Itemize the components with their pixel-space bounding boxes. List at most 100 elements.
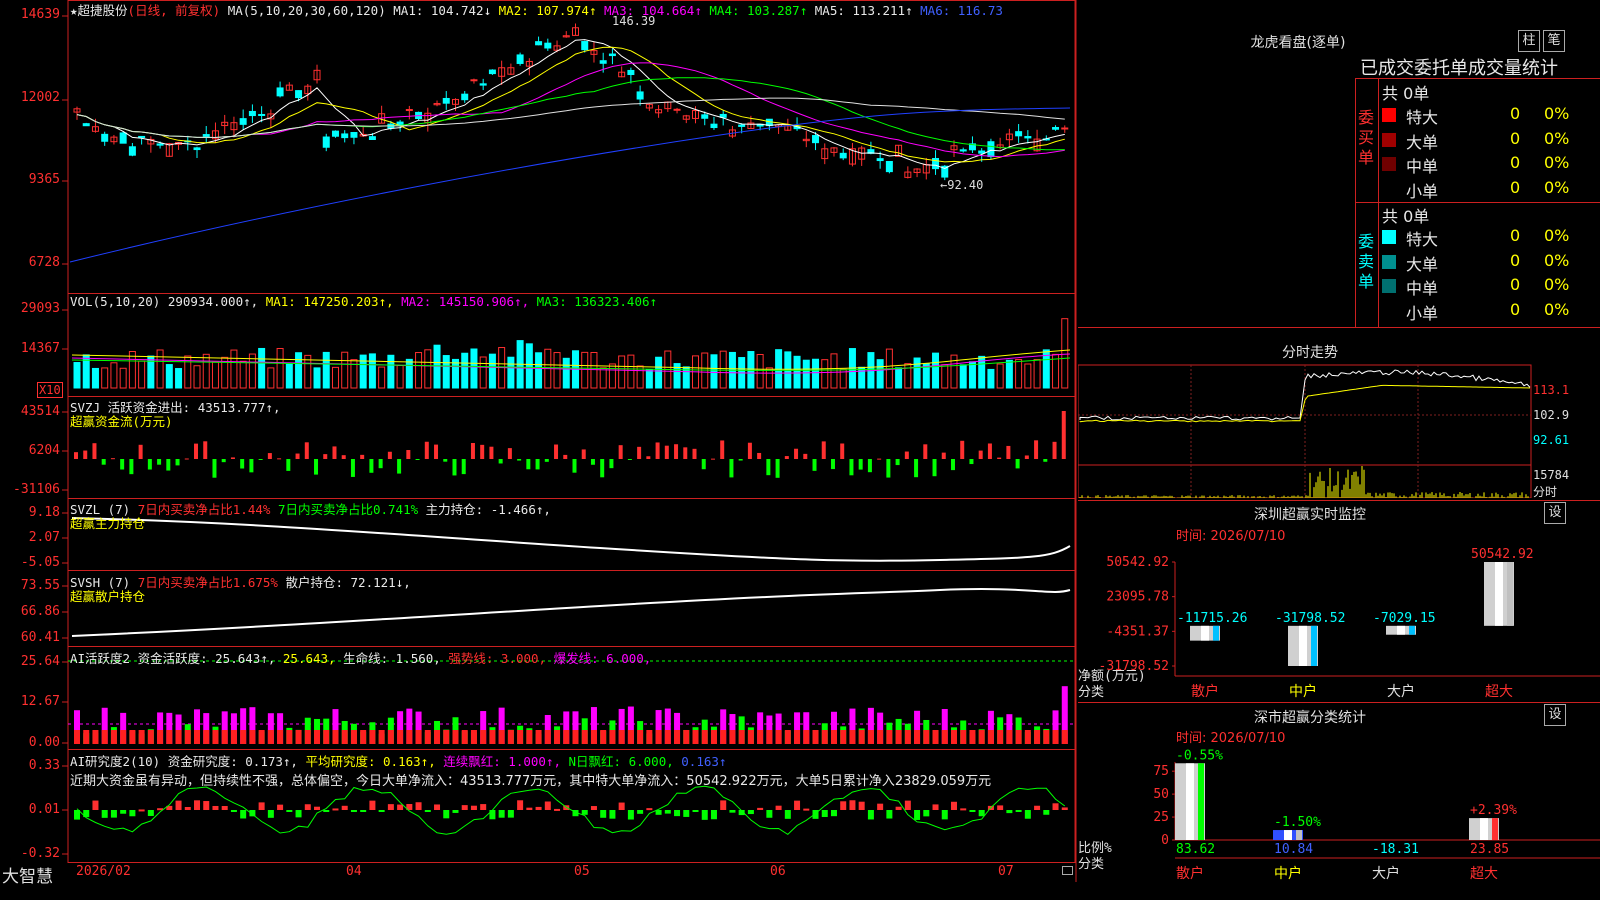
- research-bar: [332, 808, 339, 811]
- activity-base-bar: [110, 730, 117, 744]
- activity-base-bar: [849, 730, 856, 744]
- volume-bar: [876, 359, 884, 389]
- ai2-activity2: 25.643,: [282, 651, 336, 666]
- research-bar: [498, 810, 505, 818]
- sz-monitor-unit: 净额(万元): [1078, 669, 1146, 684]
- activity-base-bar: [997, 730, 1004, 744]
- money-flow-bar: [92, 443, 97, 459]
- ai2-y-tick: 0.00: [28, 735, 60, 750]
- research-bar: [969, 810, 976, 812]
- research-bar: [997, 805, 1004, 810]
- research-bar: [304, 804, 311, 810]
- volume-bar: [959, 364, 967, 389]
- sz-class-unit: 比例%: [1078, 841, 1112, 856]
- sz-monitor-y-tick: 23095.78: [1106, 590, 1169, 605]
- research-bar: [535, 806, 542, 810]
- sell-pct: 0%: [1544, 299, 1570, 319]
- sell-pct: 0%: [1544, 250, 1570, 270]
- candle-body: [138, 135, 146, 138]
- ai3-label: AI研究度2(10): [70, 754, 161, 769]
- money-flow-bar: [323, 454, 328, 459]
- money-flow-bar: [221, 459, 226, 463]
- buy-pct: 0%: [1544, 177, 1570, 197]
- tick-view-button[interactable]: 笔: [1543, 30, 1565, 52]
- money-flow-bar: [526, 459, 531, 470]
- intraday-chart[interactable]: [1078, 338, 1600, 498]
- ai3-n-day-red: N日飘红: 6.000,: [568, 754, 674, 769]
- color-swatch: [1382, 157, 1396, 171]
- date-label: 06: [770, 864, 786, 879]
- activity-base-bar: [470, 730, 477, 744]
- activity-base-bar: [535, 730, 542, 744]
- money-flow-bar: [655, 442, 660, 459]
- sz-class-bar: [1469, 818, 1499, 840]
- sz-monitor-bar: [1484, 562, 1514, 626]
- activity-base-bar: [969, 730, 976, 744]
- favorite-star-icon[interactable]: ★: [70, 3, 78, 18]
- sz-monitor-bar: [1288, 625, 1318, 666]
- research-bar: [240, 810, 247, 819]
- date-label: 05: [574, 864, 590, 879]
- candle-body: [1061, 127, 1069, 130]
- money-flow-bar: [535, 459, 540, 470]
- volume-bar: [821, 359, 829, 389]
- activity-base-bar: [314, 730, 321, 744]
- volume-bar: [258, 347, 266, 389]
- activity-base-bar: [637, 730, 644, 744]
- candle-body: [987, 141, 995, 158]
- buy-pct: 0%: [1544, 104, 1570, 123]
- activity-base-bar: [526, 730, 533, 744]
- money-flow-bar: [877, 458, 882, 460]
- sz-class-y-tick: 75: [1153, 764, 1169, 779]
- chart-canvas: [62, 0, 1077, 882]
- sz-class-category: 中户: [1274, 865, 1302, 882]
- bar-highlight: [1480, 818, 1488, 840]
- activity-base-bar: [950, 730, 957, 744]
- money-flow-bar: [480, 444, 485, 459]
- volume-bar: [858, 366, 866, 389]
- volume-bar: [91, 367, 99, 389]
- candle-body: [368, 136, 376, 140]
- research-bar: [461, 805, 468, 810]
- money-flow-bar: [701, 459, 706, 470]
- research-bar: [950, 801, 957, 810]
- candle-body: [1015, 131, 1023, 137]
- activity-base-bar: [498, 730, 505, 744]
- activity-base-bar: [784, 730, 791, 744]
- money-flow-bar: [664, 445, 669, 459]
- volume-bar: [608, 363, 616, 389]
- volume-bar: [1024, 363, 1032, 389]
- activity-base-bar: [987, 730, 994, 744]
- research-bar: [867, 810, 874, 820]
- buy-name: 小单: [1406, 181, 1439, 201]
- lock-icon[interactable]: [1062, 866, 1073, 875]
- volume-bar: [415, 352, 423, 389]
- low-price-marker: ←92.40: [940, 178, 984, 192]
- candle-body: [599, 60, 607, 64]
- sz-class-settings-button[interactable]: 设: [1544, 704, 1566, 726]
- volume-bar: [461, 352, 469, 389]
- vol-label: VOL(5,10,20): [70, 294, 161, 309]
- candle-body: [636, 91, 644, 100]
- period-label[interactable]: (日线, 前复权): [128, 3, 221, 18]
- svzl-y-tick: 2.07: [28, 530, 60, 545]
- volume-bar: [1005, 359, 1013, 389]
- bar-view-button[interactable]: 柱: [1518, 30, 1540, 52]
- volume-bar: [470, 348, 478, 389]
- money-flow-bar: [101, 459, 106, 465]
- sell-total: 共 0单: [1382, 207, 1430, 226]
- buy-pct: 0%: [1544, 128, 1570, 148]
- money-flow-bar: [997, 457, 1002, 459]
- money-flow-bar: [470, 442, 475, 459]
- research-bar: [904, 800, 911, 810]
- sz-monitor-settings-button[interactable]: 设: [1544, 502, 1566, 524]
- research-bar: [877, 803, 884, 810]
- chart-area[interactable]: ★超捷股份(日线, 前复权) MA(5,10,20,30,60,120) MA1…: [0, 0, 1078, 882]
- volume-bar: [655, 356, 663, 389]
- ma1-line: [76, 39, 1065, 170]
- activity-base-bar: [166, 730, 173, 744]
- volume-bar: [101, 367, 109, 389]
- volume-bar: [645, 368, 653, 389]
- activity-base-bar: [609, 730, 616, 744]
- sz-class-category: 超大: [1470, 866, 1498, 882]
